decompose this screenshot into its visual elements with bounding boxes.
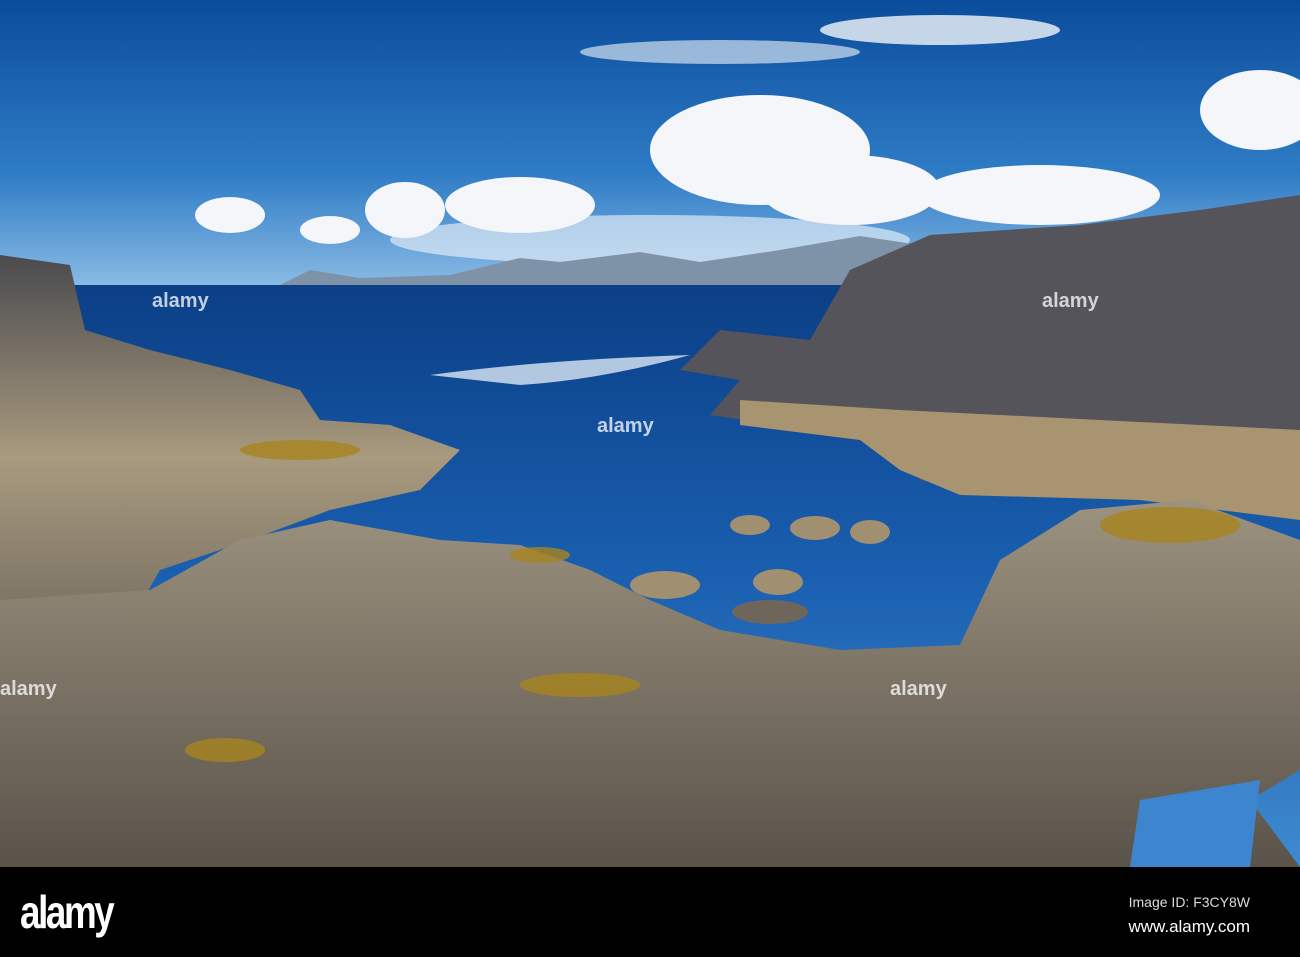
footer-bar: alamy Image ID: F3CY8W www.alamy.com	[0, 867, 1300, 957]
image-id: Image ID: F3CY8W	[1128, 894, 1250, 910]
alamy-logo: alamy	[20, 886, 115, 938]
watermark-text: alamy	[890, 678, 947, 700]
watermark-text: alamy	[597, 415, 654, 437]
watermark-text: alamy	[1042, 290, 1099, 312]
watermark-text: alamy	[0, 678, 57, 700]
watermark-text: alamy	[152, 290, 209, 312]
site-url: www.alamy.com	[1128, 917, 1250, 936]
